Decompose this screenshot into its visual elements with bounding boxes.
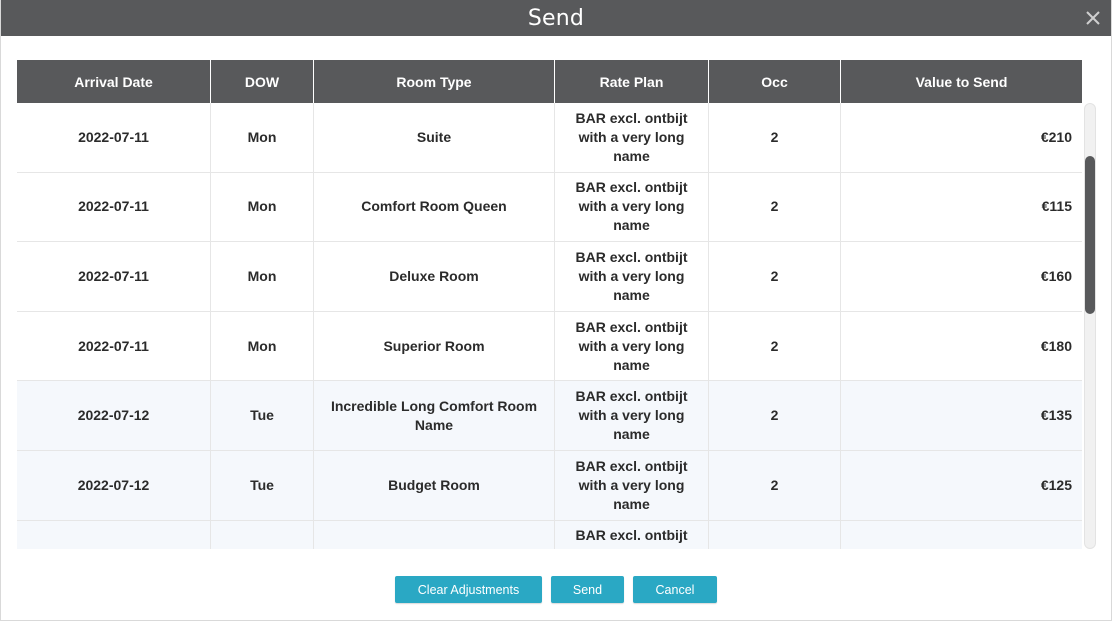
column-header-occ[interactable]: Occ — [709, 60, 841, 103]
table-row: 2022-07-11 Mon Comfort Room Queen BAR ex… — [17, 172, 1082, 243]
cell-arrival-date: 2022-07-12 — [17, 450, 211, 520]
table-row: 2022-07-11 Mon Suite BAR excl. ontbijt w… — [17, 103, 1082, 173]
cell-value-to-send: €160 — [1040, 267, 1072, 284]
table-row: 2022-07-12 Tue Incredible Long Comfort R… — [17, 381, 1082, 451]
table-scrollbar-thumb[interactable] — [1085, 156, 1095, 314]
cell-occ: 2 — [709, 520, 841, 549]
cell-room-type: Deluxe Room — [314, 242, 555, 311]
cell-rate-plan: BAR excl. ontbijt with a very long name — [555, 311, 709, 381]
cell-arrival-date: 2022-07-11 — [17, 172, 211, 242]
cell-dow: Tue — [211, 381, 314, 450]
cell-arrival-date: 2022-07-11 — [17, 242, 211, 311]
cell-value-to-send: €115 — [1041, 198, 1072, 215]
cell-occ: 2 — [709, 381, 841, 450]
cell-arrival-date: 2022-07-11 — [17, 103, 211, 172]
cell-room-type: Suite — [314, 103, 555, 172]
cell-dow: Mon — [211, 172, 314, 242]
cell-arrival-date: 2022-07-12 — [17, 381, 211, 450]
cell-value-to-send: €135 — [1040, 407, 1072, 424]
cell-value-to-send: €180 — [1040, 337, 1072, 354]
send-button[interactable]: Send — [551, 576, 624, 603]
column-header-dow[interactable]: DOW — [211, 60, 314, 103]
cell-occ: 2 — [709, 311, 841, 381]
dialog-title: Send — [527, 5, 585, 31]
cell-value-to-send: €210 — [1040, 128, 1072, 145]
cell-value-to-send: €125 — [1040, 476, 1072, 493]
table-body[interactable]: 2022-07-11 Mon Suite BAR excl. ontbijt w… — [17, 103, 1082, 549]
cell-occ: 2 — [709, 450, 841, 520]
table-row: 2022-07-11 Mon Superior Room BAR excl. o… — [17, 311, 1082, 382]
cell-dow: Mon — [211, 242, 314, 311]
table-row: 2022-07-11 Mon Deluxe Room BAR excl. ont… — [17, 242, 1082, 312]
column-header-arrival-date[interactable]: Arrival Date — [17, 60, 211, 103]
cell-room-type: Incredible Long Comfort Room Name — [314, 381, 555, 450]
cell-value-to-send: €220 — [841, 521, 1082, 549]
dialog-titlebar: Send — [1, 0, 1111, 36]
cell-room-type: Comfort Room Queen — [314, 172, 555, 242]
clear-adjustments-button[interactable]: Clear Adjustments — [395, 576, 542, 603]
cell-arrival-date: 2022-07-12 — [17, 520, 211, 549]
table-header: Arrival Date DOW Room Type Rate Plan Occ… — [17, 60, 1082, 103]
cell-rate-plan: BAR excl. ontbijt with a very long name — [555, 450, 709, 520]
cell-occ: 2 — [709, 103, 841, 172]
cancel-button[interactable]: Cancel — [633, 576, 717, 603]
cell-room-type: Superior Room — [314, 311, 555, 381]
cell-rate-plan: BAR excl. ontbijt with a very long name — [555, 172, 709, 242]
cell-occ: 2 — [709, 242, 841, 311]
send-dialog: Send Arrival Date DOW Room Type Rate Pla… — [0, 0, 1112, 621]
send-table: Arrival Date DOW Room Type Rate Plan Occ… — [17, 60, 1097, 549]
cell-dow: Tue — [211, 520, 314, 549]
cell-rate-plan: BAR excl. ontbijt with a very long name — [555, 103, 709, 172]
cell-room-type: Budget Room — [314, 450, 555, 520]
cell-room-type: Suite — [314, 520, 555, 549]
table-row: 2022-07-12 Tue Suite BAR excl. ontbijt w… — [17, 520, 1082, 549]
cell-occ: 2 — [709, 172, 841, 242]
column-header-room-type[interactable]: Room Type — [314, 60, 555, 103]
cell-dow: Mon — [211, 103, 314, 172]
column-header-rate-plan[interactable]: Rate Plan — [555, 60, 709, 103]
table-row: 2022-07-12 Tue Budget Room BAR excl. ont… — [17, 450, 1082, 521]
close-icon[interactable] — [1082, 7, 1104, 29]
column-header-value-to-send[interactable]: Value to Send — [841, 60, 1082, 103]
cell-dow: Mon — [211, 311, 314, 381]
cell-rate-plan: BAR excl. ontbijt with a very long name — [555, 381, 709, 450]
cell-arrival-date: 2022-07-11 — [17, 311, 211, 381]
cell-rate-plan: BAR excl. ontbijt with a very long name — [555, 242, 709, 311]
dialog-footer: Clear Adjustments Send Cancel — [1, 576, 1111, 604]
cell-dow: Tue — [211, 450, 314, 520]
cell-rate-plan: BAR excl. ontbijt with a very long name — [555, 520, 709, 549]
